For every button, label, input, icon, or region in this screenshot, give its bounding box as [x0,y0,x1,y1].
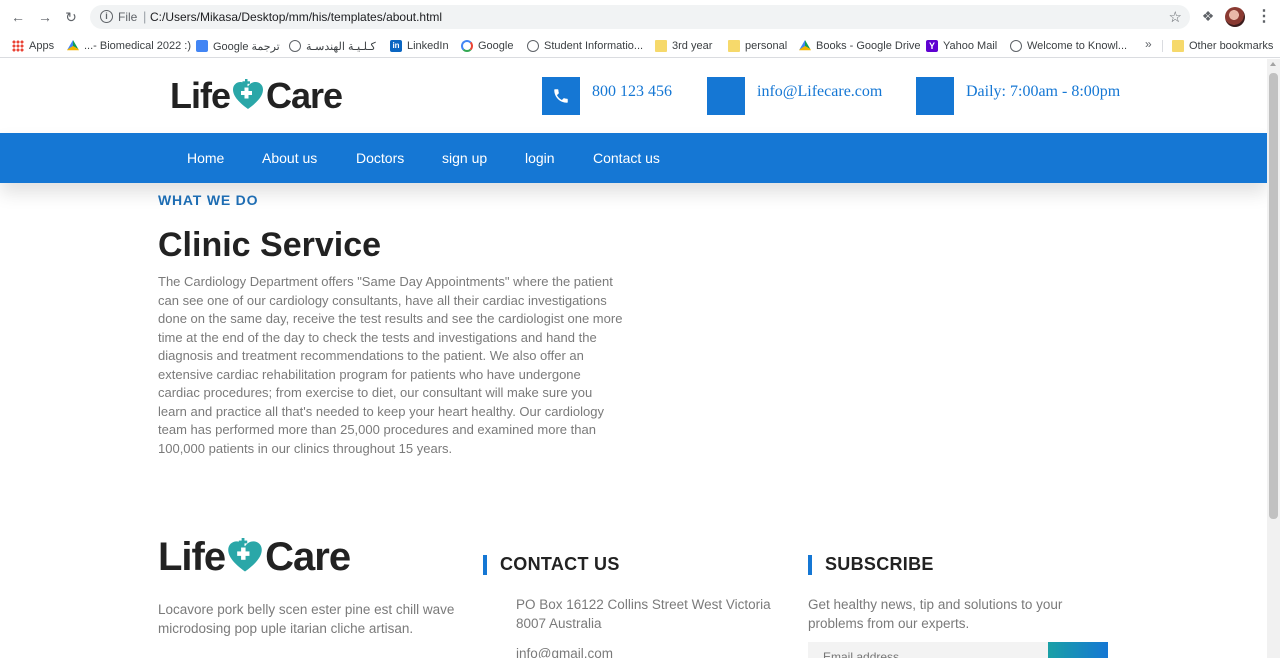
footer-logo-text-life: Life [158,534,226,579]
reload-icon[interactable]: ↻ [62,8,80,26]
profile-avatar[interactable] [1225,7,1245,27]
main-navbar: Home About us Doctors sign up login Cont… [0,133,1267,183]
bookmark-engineering[interactable]: كـلـيـة الهندسـة [289,37,376,55]
bookmark-linkedin[interactable]: in LinkedIn [390,37,449,55]
site-header: Life Care 800 123 456 info@Lifecare.com … [0,59,1267,133]
kebab-menu-icon[interactable]: ⋮ [1256,8,1272,26]
folder-icon [728,40,740,52]
footer-email[interactable]: info@gmail.com [516,646,613,658]
page-scrollbar[interactable] [1267,59,1280,658]
logo-text-life: Life [170,75,231,116]
bookmark-google[interactable]: Google [461,37,513,55]
browser-toolbar: ← → ↻ i File | C:/Users/Mikasa/Desktop/m… [0,0,1280,34]
scroll-up-arrow-icon[interactable] [1270,62,1276,66]
extensions-puzzle-icon[interactable]: ❖ [1200,8,1216,24]
bookmark-apps[interactable]: Apps [12,37,54,55]
google-drive-icon [67,40,79,51]
globe-icon [1010,40,1022,52]
bookmark-welcome[interactable]: Welcome to Knowl... [1010,37,1127,55]
address-separator: | [143,9,147,24]
nav-sign-up[interactable]: sign up [442,150,487,166]
subscribe-description: Get healthy news, tip and solutions to y… [808,597,1063,631]
google-icon [461,40,473,52]
folder-icon [1172,40,1184,52]
bookmark-personal[interactable]: personal [728,37,787,55]
subscribe-email-input[interactable] [808,642,1048,658]
bookmark-3rd-year[interactable]: 3rd year [655,37,712,55]
scrollbar-thumb[interactable] [1269,73,1278,519]
address-bar[interactable]: i File | C:/Users/Mikasa/Desktop/mm/his/… [90,5,1190,29]
nav-doctors[interactable]: Doctors [356,150,404,166]
section-eyebrow: WHAT WE DO [158,192,259,208]
apps-grid-icon [12,40,24,52]
nav-contact-us[interactable]: Contact us [593,150,660,166]
info-icon[interactable]: i [100,10,113,23]
globe-icon [527,40,539,52]
google-drive-icon [799,40,811,51]
bookmark-other[interactable]: Other bookmarks [1172,37,1273,55]
folder-icon [655,40,667,52]
globe-icon [289,40,301,52]
logo-text-care: Care [266,75,343,116]
bookmark-student-info[interactable]: Student Informatio... [527,37,643,55]
phone-number[interactable]: 800 123 456 [592,83,672,101]
nav-login[interactable]: login [525,150,555,166]
section-description: The Cardiology Department offers "Same D… [158,274,623,456]
footer-logo[interactable]: Life Care [158,534,351,579]
bookmarks-divider [1162,40,1163,52]
url-text[interactable]: C:/Users/Mikasa/Desktop/mm/his/templates… [150,10,442,24]
page-title: Clinic Service [158,226,382,264]
opening-hours: Daily: 7:00am - 8:00pm [966,83,1121,100]
bookmark-star-icon[interactable]: ☆ [1169,8,1182,26]
site-logo[interactable]: Life Care [170,75,343,117]
nav-about-us[interactable]: About us [262,150,317,166]
bookmarks-overflow-chevron[interactable]: » [1145,37,1152,51]
footer-subscribe-heading: SUBSCRIBE [808,554,934,575]
bookmark-books-drive[interactable]: Books - Google Drive [799,37,921,55]
page-viewport: Life Care 800 123 456 info@Lifecare.com … [0,59,1267,658]
google-translate-icon [196,40,208,52]
email-icon [707,77,745,115]
footer-contact-heading: CONTACT US [483,554,620,575]
bookmark-google-translate[interactable]: Google ترجمة [196,37,280,55]
footer-about-text: Locavore pork belly scen ester pine est … [158,602,455,636]
forward-arrow-icon[interactable]: → [36,8,54,26]
phone-icon [542,77,580,115]
footer-logo-text-care: Care [265,534,351,579]
yahoo-icon: Y [926,40,938,52]
file-label: File [118,10,138,24]
heart-cross-icon [233,79,264,109]
bookmarks-bar: Apps ...- Biomedical 2022 :) Google ترجم… [0,34,1280,58]
back-arrow-icon[interactable]: ← [9,8,27,26]
footer-address: PO Box 16122 Collins Street West Victori… [516,597,771,631]
bookmark-yahoo-mail[interactable]: Y Yahoo Mail [926,37,997,55]
bookmark-biomedical[interactable]: ...- Biomedical 2022 :) [67,37,191,55]
nav-home[interactable]: Home [187,150,224,166]
heart-cross-icon [228,538,262,572]
subscribe-button[interactable] [1048,642,1108,658]
clock-icon [916,77,954,115]
header-email[interactable]: info@Lifecare.com [757,83,882,101]
linkedin-icon: in [390,40,402,52]
